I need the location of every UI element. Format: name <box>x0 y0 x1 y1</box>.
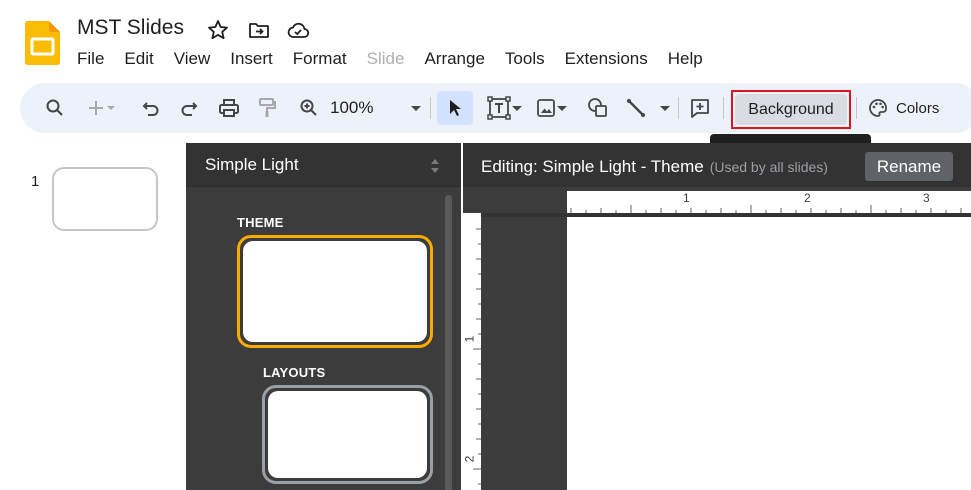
text-box-button[interactable] <box>480 92 530 124</box>
editor-header: Editing: Simple Light - Theme (Used by al… <box>463 143 971 187</box>
chevron-down-icon <box>557 106 567 111</box>
theme-name: Simple Light <box>205 155 299 174</box>
shape-button[interactable] <box>585 92 611 124</box>
theme-panel: Simple Light THEME LAYOUTS <box>186 143 461 490</box>
chevron-down-icon <box>660 106 670 111</box>
insert-comment-button[interactable] <box>686 92 714 124</box>
menu-extensions[interactable]: Extensions <box>555 47 658 71</box>
menu-insert[interactable]: Insert <box>220 47 283 71</box>
text-box-icon <box>487 96 511 120</box>
theme-colors-button[interactable]: Colors <box>868 92 948 124</box>
move-folder-icon[interactable] <box>247 18 271 42</box>
ruler-left-label: 2 <box>462 455 477 463</box>
zoom-value: 100% <box>330 98 374 117</box>
ruler-top-label: 1 <box>683 191 690 205</box>
menu-tools[interactable]: Tools <box>495 47 555 71</box>
menu-edit[interactable]: Edit <box>114 47 163 71</box>
search-icon <box>46 99 63 116</box>
vertical-ruler[interactable] <box>463 213 481 490</box>
menu-help[interactable]: Help <box>658 47 713 71</box>
layouts-section-label: LAYOUTS <box>263 365 326 380</box>
menu-format[interactable]: Format <box>283 47 357 71</box>
theme-header[interactable]: Simple Light <box>186 143 461 187</box>
slide-canvas[interactable] <box>567 217 971 490</box>
select-tool-button[interactable] <box>437 91 473 125</box>
print-button[interactable] <box>216 92 242 124</box>
new-slide-button[interactable] <box>82 92 122 124</box>
star-icon[interactable] <box>206 18 230 42</box>
cursor-arrow-icon <box>450 100 461 116</box>
menu-arrange[interactable]: Arrange <box>414 47 494 71</box>
toolbar-divider <box>723 97 724 119</box>
chevron-down-icon <box>512 106 522 111</box>
document-title[interactable]: MST Slides <box>77 16 184 40</box>
background-button-highlight: Background <box>731 90 851 129</box>
add-comment-icon <box>691 99 709 118</box>
menu-view[interactable]: View <box>164 47 221 71</box>
slide-number: 1 <box>31 173 40 190</box>
zoom-select[interactable]: 100% <box>330 92 422 124</box>
paint-format-button[interactable] <box>254 92 280 124</box>
undo-button[interactable] <box>138 92 164 124</box>
theme-section-label: THEME <box>237 215 284 230</box>
colors-label: Colors <box>896 99 940 117</box>
menu-file[interactable]: File <box>67 47 114 71</box>
menu-bar: File Edit View Insert Format Slide Arran… <box>67 47 713 71</box>
editing-subtitle: (Used by all slides) <box>709 159 828 175</box>
toolbar-divider <box>678 97 679 119</box>
plus-icon <box>89 101 103 115</box>
theme-master-preview <box>243 241 427 342</box>
palette-icon <box>869 99 887 117</box>
slides-logo-icon[interactable] <box>25 21 60 65</box>
slide-thumbnail[interactable] <box>52 167 158 231</box>
editing-label: Editing: Simple Light - Theme <box>481 157 704 176</box>
zoom-button[interactable] <box>296 92 322 124</box>
ruler-top-label: 2 <box>804 191 811 205</box>
cloud-saved-icon[interactable] <box>286 18 310 42</box>
toolbar-divider <box>856 97 857 119</box>
image-icon <box>537 99 555 117</box>
rename-button[interactable]: Rename <box>865 152 953 181</box>
scrollbar[interactable] <box>445 195 452 490</box>
horizontal-ruler[interactable] <box>567 191 971 213</box>
line-button[interactable] <box>624 92 672 124</box>
background-button[interactable]: Background <box>735 94 847 125</box>
theme-select-arrows-icon <box>431 159 439 173</box>
menu-slide[interactable]: Slide <box>357 47 415 71</box>
layout-preview <box>268 391 427 478</box>
print-icon <box>219 99 239 117</box>
theme-editor: Editing: Simple Light - Theme (Used by al… <box>462 143 971 490</box>
chevron-down-icon <box>411 106 421 111</box>
line-icon <box>627 99 645 117</box>
insert-image-button[interactable] <box>532 92 572 124</box>
ruler-left-label: 1 <box>462 335 477 343</box>
theme-master-thumbnail[interactable] <box>237 235 433 348</box>
paint-format-icon <box>259 98 276 117</box>
chevron-down-icon <box>107 106 115 110</box>
editing-title: Editing: Simple Light - Theme (Used by al… <box>481 157 828 177</box>
layout-thumbnail[interactable] <box>262 385 433 484</box>
ruler-top-label: 3 <box>923 191 930 205</box>
toolbar-divider <box>430 97 431 119</box>
zoom-in-icon <box>300 99 317 116</box>
redo-button[interactable] <box>176 92 202 124</box>
search-menus-button[interactable] <box>42 92 68 124</box>
redo-icon <box>181 102 198 116</box>
shapes-icon <box>588 98 607 117</box>
undo-icon <box>142 102 159 116</box>
